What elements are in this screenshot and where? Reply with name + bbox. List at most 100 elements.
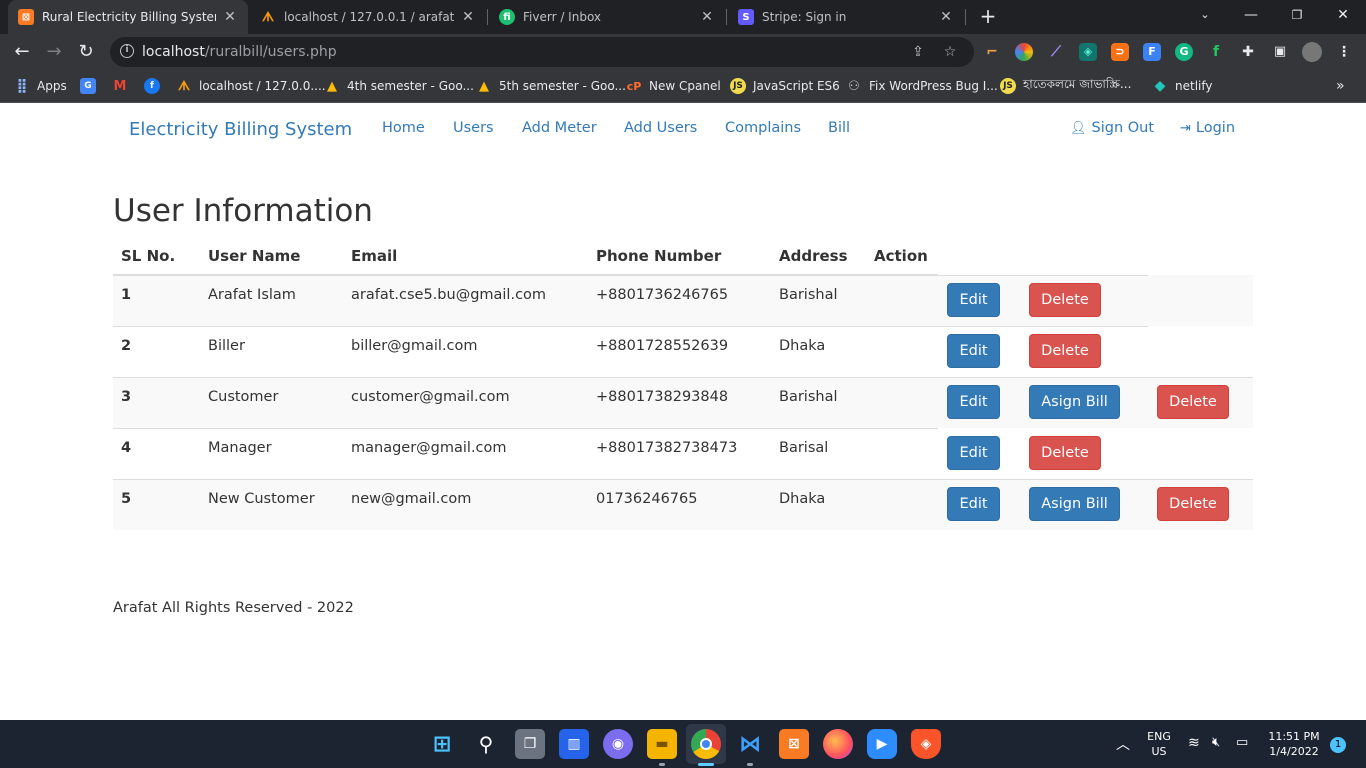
- bookmark-facebook[interactable]: f: [144, 76, 167, 96]
- cell-sl: 3: [113, 376, 200, 428]
- feather-extension-icon[interactable]: ⟋: [1047, 43, 1065, 61]
- share-icon[interactable]: ⇪: [908, 42, 928, 62]
- browser-tab-stripe[interactable]: S Stripe: Sign in ✕: [728, 0, 964, 34]
- bookmark-star-icon[interactable]: ☆: [940, 42, 960, 62]
- menu-kebab-icon[interactable]: ⋮: [1335, 43, 1353, 61]
- delete-button[interactable]: Delete: [1029, 334, 1101, 368]
- close-tab-icon[interactable]: ✕: [938, 9, 954, 25]
- bookmark-4th-semester[interactable]: ▲ 4th semester - Goo...: [324, 76, 474, 96]
- bookmark-localhost[interactable]: ᗑ localhost / 127.0.0....: [176, 76, 326, 96]
- running-indicator-active: [698, 763, 714, 766]
- bookmark-gmail[interactable]: M: [112, 76, 135, 96]
- bookmark-google-translate[interactable]: G: [80, 76, 103, 96]
- vscode-icon[interactable]: ⋈: [735, 729, 765, 759]
- volume-muted-icon[interactable]: 🔇︎: [1212, 735, 1220, 750]
- extension-icon[interactable]: f: [1207, 43, 1225, 61]
- rss-icon[interactable]: ⊃: [1111, 43, 1129, 61]
- extension-icon[interactable]: ⌐: [983, 43, 1001, 61]
- teams-chat-icon[interactable]: ◉: [603, 729, 633, 759]
- bookmark-apps[interactable]: ⣿ Apps: [14, 76, 67, 96]
- forward-button[interactable]: →: [42, 40, 66, 64]
- edit-button[interactable]: Edit: [947, 385, 1000, 419]
- nav-bill[interactable]: Bill: [828, 120, 850, 136]
- extensions-puzzle-icon[interactable]: ✚: [1239, 43, 1257, 61]
- fi-extension-icon[interactable]: F: [1143, 43, 1161, 61]
- close-tab-icon[interactable]: ✕: [460, 9, 476, 25]
- restore-button[interactable]: ❐: [1274, 0, 1320, 30]
- assign-bill-button[interactable]: Asign Bill: [1029, 487, 1120, 521]
- delete-button[interactable]: Delete: [1157, 487, 1229, 521]
- nav-complains[interactable]: Complains: [725, 120, 801, 136]
- back-button[interactable]: ←: [10, 40, 34, 64]
- users-table: SL No. User Name Email Phone Number Addr…: [113, 237, 1253, 530]
- file-explorer-icon[interactable]: ▬: [647, 729, 677, 759]
- more-bookmarks-icon[interactable]: »: [1336, 76, 1345, 96]
- edit-button[interactable]: Edit: [947, 436, 1000, 470]
- xampp-icon[interactable]: ⊠: [779, 729, 809, 759]
- cell-email: customer@gmail.com: [343, 376, 588, 428]
- delete-button[interactable]: Delete: [1157, 385, 1229, 419]
- reload-button[interactable]: ↻: [74, 40, 98, 64]
- battery-icon[interactable]: ▭: [1236, 735, 1248, 750]
- widgets-icon[interactable]: ▥: [559, 729, 589, 759]
- side-panel-icon[interactable]: ▣: [1271, 43, 1289, 61]
- search-icon[interactable]: ⚲: [471, 729, 501, 759]
- firefox-icon[interactable]: [823, 729, 853, 759]
- site-info-icon[interactable]: i: [120, 44, 134, 58]
- new-tab-button[interactable]: +: [976, 4, 1000, 28]
- bookmark-new-cpanel[interactable]: cP New Cpanel: [626, 76, 721, 96]
- color-picker-extension-icon[interactable]: [1015, 43, 1033, 61]
- close-tab-icon[interactable]: ✕: [699, 9, 715, 25]
- col-sl: SL No.: [113, 237, 200, 276]
- login-icon: ⇥: [1180, 121, 1191, 136]
- url-host: localhost: [142, 44, 205, 60]
- chrome-icon[interactable]: [691, 729, 721, 759]
- tray-overflow-icon[interactable]: ︿: [1116, 734, 1130, 754]
- bookmark-5th-semester[interactable]: ▲ 5th semester - Goo...: [476, 76, 626, 96]
- close-tab-icon[interactable]: ✕: [222, 9, 238, 25]
- delete-button[interactable]: Delete: [1029, 283, 1101, 317]
- cell-phone: +8801738293848: [588, 376, 771, 428]
- zoom-icon[interactable]: ▶: [867, 729, 897, 759]
- address-bar[interactable]: i localhost/ruralbill/users.php ⇪ ☆: [110, 37, 974, 67]
- grammarly-icon[interactable]: G: [1175, 43, 1193, 61]
- notification-badge[interactable]: 1: [1330, 737, 1346, 753]
- edit-button[interactable]: Edit: [947, 334, 1000, 368]
- nav-sign-out[interactable]: 👤︎ Sign Out: [1070, 120, 1154, 136]
- edit-button[interactable]: Edit: [947, 283, 1000, 317]
- task-view-icon[interactable]: ❐: [515, 729, 545, 759]
- running-indicator: [747, 763, 753, 766]
- cpanel-icon: cP: [626, 79, 642, 93]
- tab-separator: [965, 9, 966, 25]
- browser-tab-fiverr[interactable]: fi Fiverr / Inbox ✕: [489, 0, 725, 34]
- nav-login[interactable]: ⇥ Login: [1180, 120, 1235, 136]
- nav-add-meter[interactable]: Add Meter: [522, 120, 597, 136]
- nav-home[interactable]: Home: [382, 120, 425, 136]
- windows-start-icon[interactable]: ⊞: [427, 729, 457, 759]
- brave-icon[interactable]: ◈: [911, 729, 941, 759]
- nav-add-users[interactable]: Add Users: [624, 120, 697, 136]
- language-indicator[interactable]: ENG US: [1142, 729, 1176, 759]
- cell-action: [866, 376, 938, 428]
- wifi-icon[interactable]: ≋: [1188, 735, 1200, 751]
- js-icon: JS: [730, 78, 746, 94]
- browser-tab-rural-billing[interactable]: ⊠ Rural Electricity Billing System ✕: [8, 0, 248, 34]
- bookmark-fix-wordpress[interactable]: ⚇ Fix WordPress Bug I...: [846, 76, 998, 96]
- tab-search-icon[interactable]: ⌄: [1182, 0, 1228, 30]
- bookmark-netlify[interactable]: ◆ netlify: [1152, 76, 1213, 96]
- profile-avatar[interactable]: [1302, 42, 1322, 62]
- site-navbar: Electricity Billing System Home Users Ad…: [0, 103, 1366, 155]
- edit-button[interactable]: Edit: [947, 487, 1000, 521]
- site-brand[interactable]: Electricity Billing System: [129, 119, 352, 140]
- bookmark-bangla-js[interactable]: JS হাতেকলমে জাভাস্ক্রি...: [1000, 76, 1131, 96]
- close-window-button[interactable]: ✕: [1320, 0, 1366, 30]
- bookmark-javascript-es6[interactable]: JS JavaScript ES6: [730, 76, 840, 96]
- assign-bill-button[interactable]: Asign Bill: [1029, 385, 1120, 419]
- delete-button[interactable]: Delete: [1029, 436, 1101, 470]
- clock[interactable]: 11:51 PM 1/4/2022: [1262, 729, 1326, 759]
- minimize-button[interactable]: —: [1228, 0, 1274, 30]
- extension-icon[interactable]: ◈: [1079, 43, 1097, 61]
- nav-users[interactable]: Users: [453, 120, 494, 136]
- cell-address: Dhaka: [771, 478, 866, 530]
- browser-tab-phpmyadmin[interactable]: ᗑ localhost / 127.0.0.1 / arafat_web ✕: [250, 0, 486, 34]
